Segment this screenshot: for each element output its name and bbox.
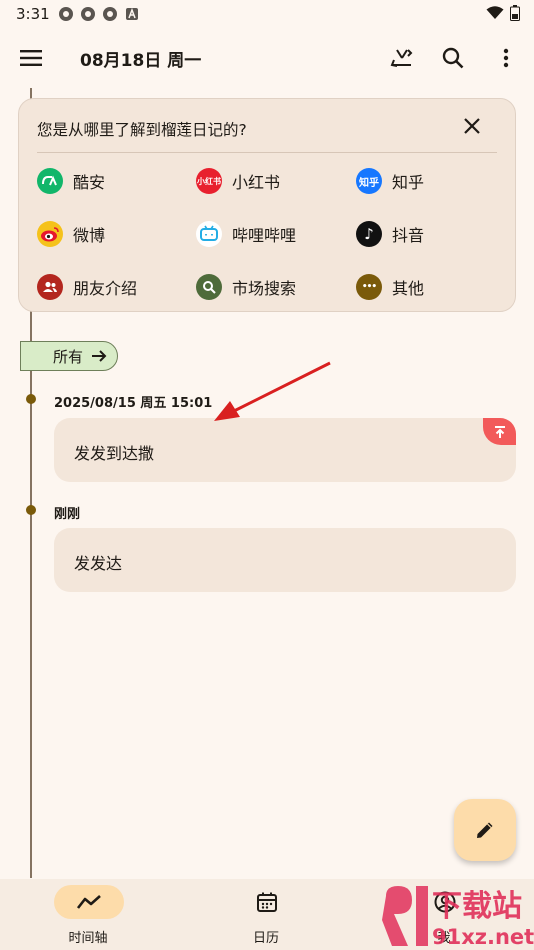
survey-card: 您是从哪里了解到榴莲日记的? 酷安 小红书 小红书 知乎 知乎 微博 哔哩哔哩 … xyxy=(18,98,516,312)
new-entry-button[interactable] xyxy=(454,799,516,861)
option-xiaohongshu[interactable]: 小红书 小红书 xyxy=(196,167,280,195)
nav-label: 日历 xyxy=(252,931,279,946)
notification-icons xyxy=(58,6,140,22)
market-search-icon xyxy=(196,274,222,300)
option-label: 小红书 xyxy=(232,173,281,192)
more-options-button[interactable] xyxy=(490,42,522,74)
page-title[interactable]: 08月18日 周一 xyxy=(80,46,201,71)
app-notification-icon xyxy=(59,7,73,21)
option-douyin[interactable]: ♪ 抖音 xyxy=(356,220,424,248)
option-bilibili[interactable]: 哔哩哔哩 xyxy=(196,220,296,248)
entry-time: 刚刚 xyxy=(54,507,81,522)
option-label: 抖音 xyxy=(392,226,425,245)
option-label: 其他 xyxy=(392,279,425,298)
option-label: 知乎 xyxy=(392,173,425,192)
weibo-icon xyxy=(37,221,63,247)
hamburger-icon xyxy=(20,50,42,66)
option-zhihu[interactable]: 知乎 知乎 xyxy=(356,167,424,195)
option-other[interactable]: ••• 其他 xyxy=(356,273,424,301)
entry-text: 发发达 xyxy=(74,554,123,573)
filter-chip-all[interactable]: 所有 xyxy=(20,341,118,371)
wifi-icon xyxy=(486,6,504,19)
xiaohongshu-icon: 小红书 xyxy=(196,168,222,194)
status-bar: 3:31 xyxy=(0,0,534,28)
option-label: 朋友介绍 xyxy=(73,279,138,298)
nav-label: 时间轴 xyxy=(68,931,108,946)
more-vert-icon xyxy=(503,48,509,68)
divider xyxy=(37,152,497,153)
close-icon xyxy=(464,118,480,134)
sync-icon xyxy=(390,49,413,67)
app-notification-icon xyxy=(103,7,117,21)
entry-card[interactable]: 发发达 xyxy=(54,528,516,592)
a-notification-icon xyxy=(126,7,138,20)
pinned-badge xyxy=(483,418,516,445)
entry-time: 2025/08/15 周五 15:01 xyxy=(54,396,213,411)
calendar-icon xyxy=(257,892,277,912)
battery-icon xyxy=(510,5,520,21)
filter-label: 所有 xyxy=(53,347,84,366)
option-coolapk[interactable]: 酷安 xyxy=(37,167,105,195)
search-button[interactable] xyxy=(437,42,469,74)
pin-top-icon xyxy=(494,425,505,438)
app-notification-icon xyxy=(81,7,95,21)
friends-icon xyxy=(37,274,63,300)
option-weibo[interactable]: 微博 xyxy=(37,220,105,248)
zhihu-icon: 知乎 xyxy=(356,168,382,194)
watermark-url: 91xz.net xyxy=(432,925,534,949)
option-label: 市场搜索 xyxy=(232,279,297,298)
timeline-dot xyxy=(26,394,36,404)
timeline-dot xyxy=(26,505,36,515)
entry-text: 发发到达撒 xyxy=(74,444,155,463)
option-label: 微博 xyxy=(73,226,106,245)
sync-button[interactable] xyxy=(386,42,418,74)
option-label: 哔哩哔哩 xyxy=(232,226,297,245)
nav-indicator xyxy=(54,885,124,919)
arrow-right-icon xyxy=(92,350,107,362)
option-friends[interactable]: 朋友介绍 xyxy=(37,273,137,301)
menu-button[interactable] xyxy=(15,42,47,74)
search-icon xyxy=(442,47,464,69)
survey-question: 您是从哪里了解到榴莲日记的? xyxy=(37,121,247,139)
nav-calendar[interactable]: 日历 xyxy=(206,885,326,946)
coolapk-icon xyxy=(37,168,63,194)
edit-icon xyxy=(477,822,493,838)
watermark-title: 下载站 xyxy=(432,889,522,924)
app-bar: 08月18日 周一 xyxy=(0,36,534,80)
site-watermark: 下载站 91xz.net xyxy=(382,886,534,949)
status-time: 3:31 xyxy=(16,5,50,23)
option-market-search[interactable]: 市场搜索 xyxy=(196,273,296,301)
option-label: 酷安 xyxy=(73,173,106,192)
more-icon: ••• xyxy=(356,274,382,300)
close-survey-button[interactable] xyxy=(459,113,485,139)
annotation-arrow xyxy=(214,361,331,421)
bilibili-icon xyxy=(196,221,222,247)
douyin-icon: ♪ xyxy=(356,221,382,247)
nav-indicator xyxy=(232,885,302,919)
timeline-trend-icon xyxy=(76,895,101,909)
nav-timeline[interactable]: 时间轴 xyxy=(28,885,148,946)
